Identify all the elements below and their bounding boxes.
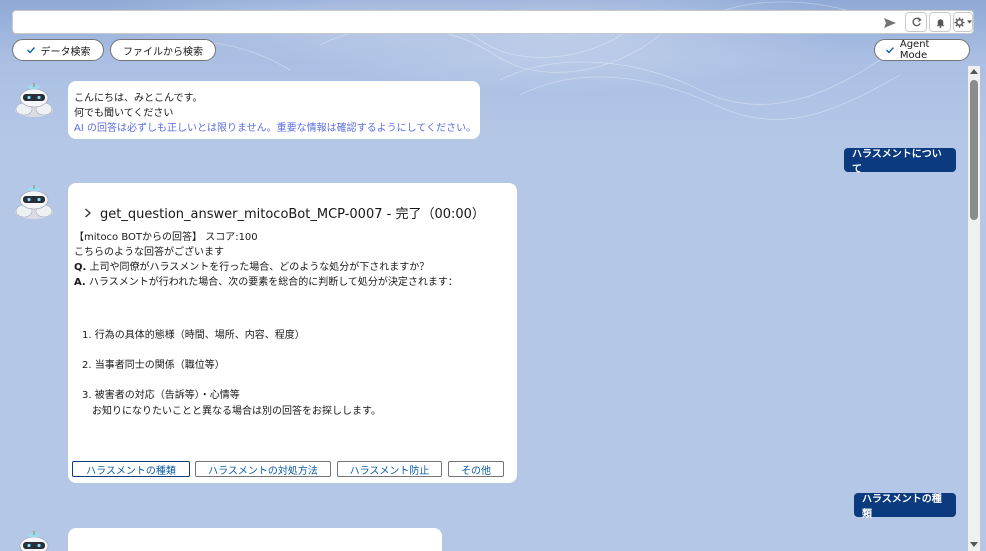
scroll-down-arrow-icon[interactable]: [970, 540, 978, 548]
answer-note: お知りになりたいことと異なる場合は別の回答をお探しします。: [92, 406, 381, 417]
answer-intro: こちらのような回答がございます: [74, 247, 224, 258]
answer-item-1: 1. 行為の具体的態様（時間、場所、内容、程度）: [82, 330, 305, 341]
chat-scrollbar[interactable]: [968, 66, 980, 551]
bot-message-greeting: こんにちは、みとこんです。 何でも聞いてください AI の回答は必ずしも正しいと…: [68, 81, 480, 139]
check-icon: [26, 47, 35, 54]
file-search-label: ファイルから検索: [123, 46, 203, 58]
data-search-toggle[interactable]: データ検索: [12, 39, 104, 61]
suggestion-chip-harassment-types[interactable]: ハラスメントの種類: [72, 461, 190, 477]
suggestion-chip-harassment-prevention[interactable]: ハラスメント防止: [337, 461, 442, 477]
notification-button[interactable]: [929, 12, 951, 32]
gear-icon: [954, 16, 965, 28]
answer-prefix: A.: [74, 277, 86, 288]
user-message: ハラスメントについて: [844, 148, 956, 175]
chevron-down-icon: [967, 20, 972, 24]
check-icon: [885, 47, 894, 54]
agent-mode-label: Agent Mode: [899, 39, 930, 61]
refresh-button[interactable]: [905, 12, 927, 32]
tool-call-header[interactable]: get_question_answer_mitocoBot_MCP-0007 -…: [84, 203, 485, 222]
settings-menu-button[interactable]: [953, 12, 973, 32]
question-text: 上司や同僚がハラスメントを行った場合、どのような処分が下されますか？: [86, 262, 430, 273]
agent-mode-toggle[interactable]: Agent Mode: [874, 39, 970, 61]
question-prefix: Q.: [74, 262, 87, 273]
bell-icon: [936, 18, 944, 28]
data-search-label: データ検索: [40, 46, 91, 58]
send-icon[interactable]: [883, 16, 897, 30]
scroll-up-arrow-icon[interactable]: [970, 68, 978, 76]
bot-message-partial: [68, 528, 442, 551]
answer-item-3: 3. 被害者の対応（告訴等）・心情等: [82, 390, 240, 401]
bot-message-answer: get_question_answer_mitocoBot_MCP-0007 -…: [68, 183, 517, 483]
prompt-bar: [12, 10, 974, 34]
answer-question: Q. 上司や同僚がハラスメントを行った場合、どのような処分が下されますか？: [74, 258, 429, 273]
chevron-right-icon: [85, 208, 91, 217]
answer-source: 【mitoco BOTからの回答】 スコア:100: [74, 232, 258, 243]
robot-avatar-icon: [14, 530, 54, 551]
answer-answer: A. ハラスメントが行われた場合、次の要素を総合的に判断して処分が決定されます：: [74, 273, 458, 288]
suggestion-chip-harassment-handling[interactable]: ハラスメントの対処方法: [195, 461, 331, 477]
greeting-line-2: 何でも聞いてください: [74, 108, 174, 119]
robot-avatar-icon: [14, 82, 54, 118]
robot-avatar-icon: [14, 184, 54, 220]
suggestion-chip-other[interactable]: その他: [448, 461, 504, 477]
scroll-thumb[interactable]: [970, 80, 978, 220]
ai-disclaimer: AI の回答は必ずしも正しいとは限りません。重要な情報は確認するようにしてくださ…: [74, 123, 477, 134]
greeting-line-1: こんにちは、みとこんです。: [74, 93, 203, 104]
refresh-icon: [912, 16, 922, 26]
user-message: ハラスメントの種類: [854, 493, 956, 520]
tool-call-title: get_question_answer_mitocoBot_MCP-0007 -…: [100, 207, 485, 222]
file-search-toggle[interactable]: ファイルから検索: [110, 39, 216, 61]
prompt-input[interactable]: [19, 13, 869, 31]
answer-item-2: 2. 当事者同士の関係（職位等）: [82, 360, 225, 371]
answer-text: ハラスメントが行われた場合、次の要素を総合的に判断して処分が決定されます：: [85, 277, 458, 288]
